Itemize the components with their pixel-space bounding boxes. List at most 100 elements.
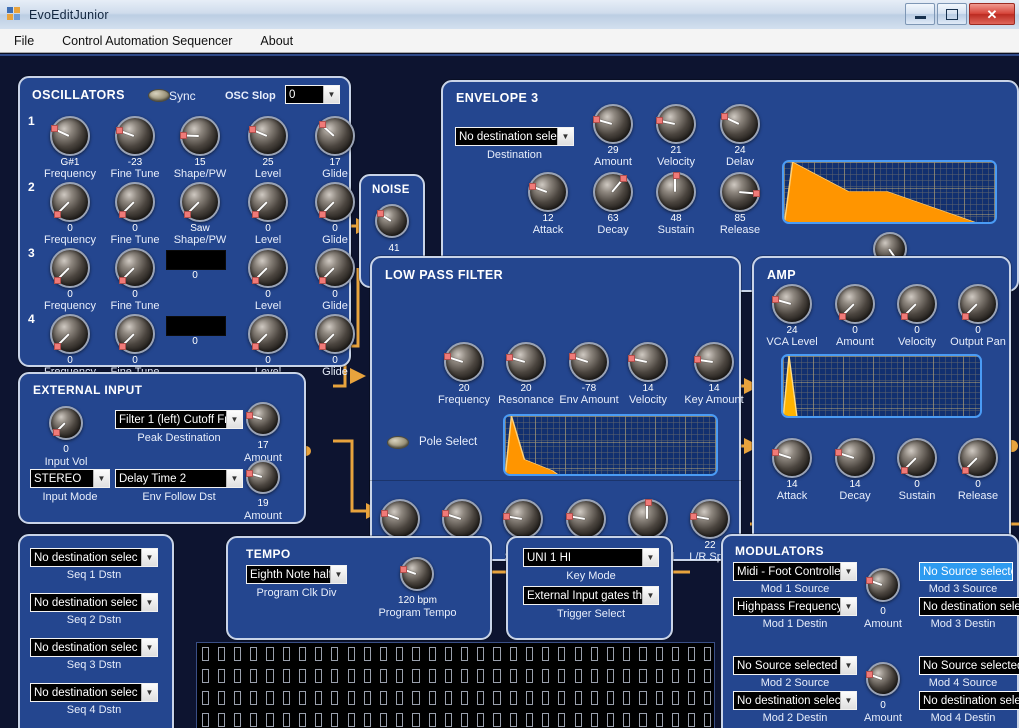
seq-grid-cell[interactable] [217,690,225,706]
seq-grid-cell[interactable] [461,646,469,662]
osc3-frequency-knob[interactable] [50,248,90,288]
seq-grid-cell[interactable] [363,646,371,662]
seq-grid-cell[interactable] [233,690,242,706]
seq-grid-cell[interactable] [542,668,550,684]
menu-about[interactable]: About [260,34,293,48]
seq-grid-cell[interactable] [412,712,420,728]
seq-grid-cell[interactable] [266,646,274,662]
lowpass-velocity-knob[interactable] [627,342,668,382]
osc4-level-knob[interactable] [248,314,288,354]
seq-grid-cell[interactable] [298,668,306,684]
seq-grid-cell[interactable] [525,646,534,662]
lowpass-resonance-knob[interactable] [506,342,546,382]
mod3-destin-dropdown[interactable]: No destination selec [919,597,1019,616]
seq-grid-cell[interactable] [396,646,404,662]
osc2-fine-tune-knob[interactable] [115,182,155,222]
maximize-button[interactable] [937,3,967,25]
seq-grid-cell[interactable] [298,690,306,706]
seq-grid-cell[interactable] [590,668,598,684]
envelope3-decay-knob[interactable] [593,172,633,212]
mod2-source-dropdown[interactable]: No Source selected ▼ [733,656,857,675]
amp-vca-level-knob[interactable] [772,284,812,324]
env-follow-dst-dropdown[interactable]: Delay Time 2 ▼ [115,469,243,488]
seq-grid-cell[interactable] [493,690,501,706]
seq-grid-cell[interactable] [331,668,339,684]
seq-grid-cell[interactable] [607,668,615,684]
osc1-frequency-knob[interactable] [50,116,90,156]
seq-grid-cell[interactable] [493,712,501,728]
seq-grid-cell[interactable] [363,712,371,728]
seq-grid-cell[interactable] [331,690,339,706]
envelope3-attack-knob[interactable] [528,172,568,212]
seq-grid-cell[interactable] [477,690,485,706]
program-clk-div-dropdown[interactable]: Eighth Note half ▼ [246,565,347,584]
seq-grid-cell[interactable] [558,712,566,728]
osc4-fine-tune-knob[interactable] [115,314,155,354]
mod3-source-dropdown[interactable]: No Source selected [919,562,1013,581]
program-tempo-knob[interactable] [400,557,434,591]
menu-file[interactable]: File [14,34,34,48]
seq-grid-cell[interactable] [315,646,323,662]
osc1-shape-pw-knob[interactable] [179,116,220,156]
seq-grid-cell[interactable] [704,646,712,662]
seq-grid-cell[interactable] [379,712,388,728]
trigger-select-dropdown[interactable]: External Input gates the ▼ [523,586,659,605]
seq-grid-cell[interactable] [574,690,582,706]
mod2-destin-dropdown[interactable]: No destination selec ▼ [733,691,857,710]
seq-grid-cell[interactable] [525,712,534,728]
seq-grid-cell[interactable] [396,690,404,706]
amp-env-sustain-knob[interactable] [897,438,937,478]
seq-grid-cell[interactable] [623,712,631,728]
seq-grid-cell[interactable] [298,712,306,728]
seq-grid-cell[interactable] [298,646,306,662]
seq-grid-cell[interactable] [623,690,631,706]
seq-grid-cell[interactable] [607,712,615,728]
close-button[interactable]: ✕ [969,3,1015,25]
seq-grid-cell[interactable] [201,712,209,728]
seq-grid-cell[interactable] [444,712,452,728]
seq-grid-cell[interactable] [282,668,290,684]
seq-grid-cell[interactable] [428,668,436,684]
seq-grid-cell[interactable] [347,668,355,684]
seq-grid-cell[interactable] [558,690,566,706]
mod1-destin-dropdown[interactable]: Highpass Frequency ▼ [733,597,857,616]
seq-grid-cell[interactable] [331,646,339,662]
seq-grid-cell[interactable] [201,690,209,706]
amp-env-attack-knob[interactable] [772,438,812,478]
seq-2-destination-dropdown[interactable]: No destination selec ▼ [30,593,158,612]
seq-grid-cell[interactable] [688,712,696,728]
seq-grid-cell[interactable] [639,646,647,662]
seq-grid-cell[interactable] [655,712,663,728]
input-vol-knob[interactable] [49,406,83,440]
seq-grid-cell[interactable] [347,712,355,728]
seq-grid-cell[interactable] [201,646,209,662]
seq-grid-cell[interactable] [461,668,469,684]
seq-grid-cell[interactable] [250,646,258,662]
seq-grid-cell[interactable] [461,690,469,706]
seq-grid-cell[interactable] [379,668,388,684]
amp-env-decay-knob[interactable] [835,438,875,478]
env-follow-amount-knob[interactable] [246,460,280,494]
lowpass-env-l-r-split-knob[interactable] [689,499,730,539]
seq-grid-cell[interactable] [704,690,712,706]
envelope3-delav-knob[interactable] [720,104,760,144]
seq-grid-cell[interactable] [655,646,663,662]
osc4-glide-knob[interactable] [315,314,355,354]
mod-amount-top-knob[interactable] [866,568,900,602]
envelope3-sustain-knob[interactable] [656,171,696,212]
seq-grid-cell[interactable] [347,690,355,706]
seq-grid-cell[interactable] [412,690,420,706]
seq-grid-cell[interactable] [671,646,679,662]
seq-grid-cell[interactable] [542,690,550,706]
seq-grid-cell[interactable] [509,646,517,662]
seq-grid-cell[interactable] [444,646,452,662]
mod-amount-bottom-knob[interactable] [866,662,900,696]
seq-grid-cell[interactable] [428,690,436,706]
seq-grid-cell[interactable] [477,646,485,662]
seq-grid-cell[interactable] [282,646,290,662]
seq-grid-cell[interactable] [688,646,696,662]
osc2-shape-pw-knob[interactable] [180,182,220,222]
seq-grid-cell[interactable] [590,690,598,706]
seq-grid-cell[interactable] [217,646,225,662]
seq-grid-cell[interactable] [509,690,517,706]
